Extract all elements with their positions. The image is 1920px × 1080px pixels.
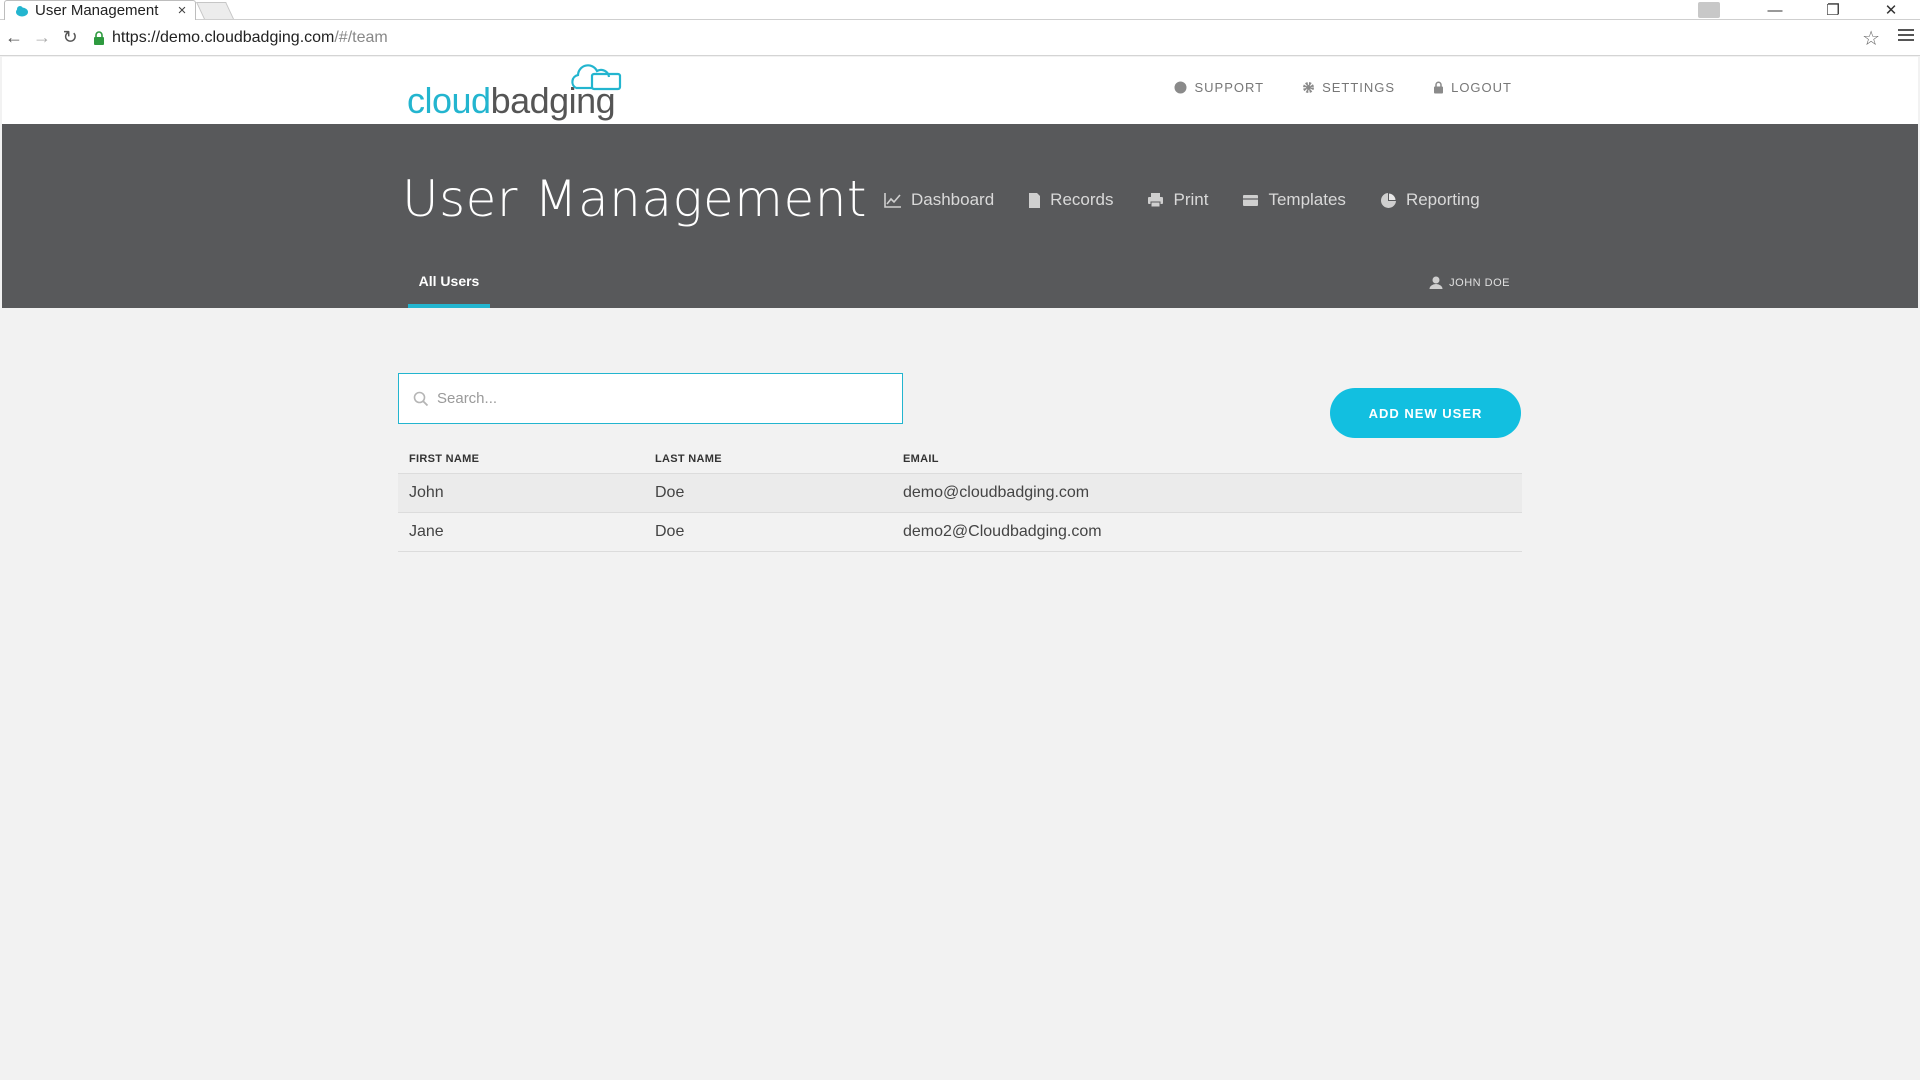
page-header-band [2, 124, 1918, 308]
tab-all-users[interactable]: All Users [408, 270, 490, 308]
site-header: cloudbadging SUPPORT SETTINGS LOGOUT [2, 57, 1918, 124]
cell-email: demo@cloudbadging.com [903, 484, 1090, 501]
tab-all-users-label: All Users [418, 273, 480, 289]
pie-chart-icon [1380, 191, 1397, 208]
secure-lock-icon [94, 31, 104, 45]
forward-button[interactable]: → [28, 24, 56, 52]
url-path: /#/team [334, 29, 388, 46]
gear-icon [1303, 82, 1315, 93]
back-button[interactable]: ← [0, 24, 28, 52]
current-user[interactable]: JOHN DOE [1429, 276, 1510, 289]
cell-first-name: Jane [409, 523, 444, 540]
table-row[interactable]: John Doe demo@cloudbadging.com [398, 474, 1522, 513]
logo-cloud-icon [571, 64, 622, 91]
header-last-name[interactable]: LAST NAME [655, 453, 903, 465]
minimize-button[interactable]: — [1746, 0, 1804, 20]
cell-last-name: Doe [655, 484, 685, 501]
settings-link[interactable]: SETTINGS [1302, 80, 1395, 95]
support-icon [1174, 81, 1187, 94]
cell-last-name: Doe [655, 523, 685, 540]
support-label: SUPPORT [1194, 80, 1265, 95]
nav-reporting-label: Reporting [1405, 190, 1480, 209]
nav-templates-label: Templates [1268, 190, 1346, 209]
support-link[interactable]: SUPPORT [1174, 80, 1264, 95]
profile-icon[interactable] [1698, 2, 1720, 18]
nav-records[interactable]: Records [1028, 190, 1113, 210]
cloudbadging-logo[interactable]: cloudbadging [407, 62, 627, 122]
window-controls: — ❐ ✕ [1698, 0, 1920, 20]
bookmark-star-icon[interactable]: ☆ [1862, 26, 1880, 51]
settings-label: SETTINGS [1322, 80, 1396, 95]
top-links: SUPPORT SETTINGS LOGOUT [1174, 80, 1512, 95]
cell-email: demo2@Cloudbadging.com [903, 523, 1102, 540]
header-first-name[interactable]: FIRST NAME [398, 453, 655, 465]
lock-icon [1434, 81, 1444, 94]
logout-link[interactable]: LOGOUT [1433, 80, 1512, 95]
page-title: User Management [402, 170, 867, 228]
tab-close-icon[interactable]: × [175, 2, 189, 19]
nav-templates[interactable]: Templates [1242, 190, 1346, 210]
nav-print[interactable]: Print [1147, 190, 1208, 210]
browser-tab-bar: User Management × — ❐ ✕ [0, 0, 1920, 20]
address-bar[interactable]: https://demo.cloudbadging.com/#/team [92, 25, 1892, 51]
search-box[interactable] [398, 373, 903, 424]
header-email[interactable]: EMAIL [903, 453, 1522, 465]
add-new-user-button[interactable]: ADD NEW USER [1330, 388, 1521, 438]
browser-tab[interactable]: User Management × [4, 0, 196, 20]
reload-button[interactable]: ↻ [56, 24, 84, 52]
templates-icon [1243, 194, 1259, 206]
close-window-button[interactable]: ✕ [1862, 0, 1920, 20]
users-table: FIRST NAME LAST NAME EMAIL John Doe demo… [398, 445, 1522, 552]
favicon-icon [16, 5, 28, 16]
nav-reporting[interactable]: Reporting [1380, 190, 1480, 210]
nav-print-label: Print [1173, 190, 1209, 209]
table-row[interactable]: Jane Doe demo2@Cloudbadging.com [398, 513, 1522, 552]
browser-menu-icon[interactable] [1898, 28, 1914, 42]
user-icon [1429, 276, 1443, 289]
tab-title: User Management [35, 2, 159, 19]
new-tab-button[interactable] [196, 2, 234, 19]
restore-button[interactable]: ❐ [1804, 0, 1862, 20]
printer-icon [1148, 193, 1164, 208]
logout-label: LOGOUT [1451, 80, 1512, 95]
table-header-row: FIRST NAME LAST NAME EMAIL [398, 445, 1522, 474]
logo-part-cloud: cloud [407, 80, 491, 121]
current-user-name: JOHN DOE [1449, 276, 1510, 289]
nav-dashboard[interactable]: Dashboard [884, 190, 994, 210]
browser-toolbar: ← → ↻ https://demo.cloudbadging.com/#/te… [0, 20, 1920, 56]
search-icon [413, 391, 429, 406]
url-host: https://demo.cloudbadging.com [112, 29, 335, 46]
nav-dashboard-label: Dashboard [911, 190, 995, 209]
main-nav: Dashboard Records Print Templates Report… [884, 190, 1480, 210]
nav-records-label: Records [1050, 190, 1114, 209]
search-input[interactable] [437, 390, 877, 407]
cell-first-name: John [409, 484, 444, 501]
active-tab-indicator [408, 304, 490, 308]
chart-line-icon [884, 193, 901, 208]
file-icon [1029, 192, 1041, 208]
